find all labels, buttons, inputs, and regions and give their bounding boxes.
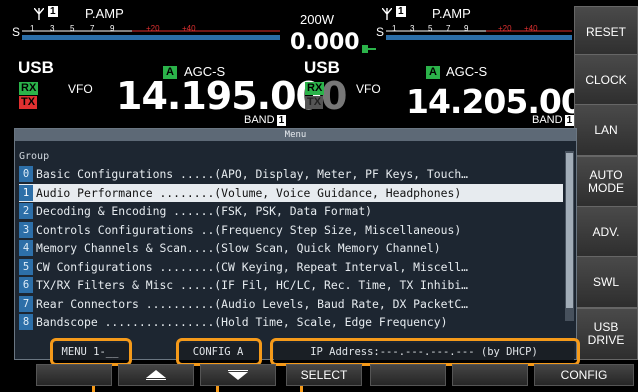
s-meter-label: S bbox=[376, 25, 385, 39]
band-number: 1 bbox=[276, 115, 287, 126]
left-receiver-panel: 1 P.AMP S 1 3 5 7 9 +20 +40 USB A AGC-S … bbox=[0, 0, 347, 126]
config-highlight bbox=[176, 338, 262, 366]
reset-button[interactable]: RESET bbox=[574, 6, 638, 58]
menu-item[interactable]: 2 Decoding & Encoding ......(FSK, PSK, Da… bbox=[19, 202, 563, 221]
usb-drive-button[interactable]: USB DRIVE bbox=[574, 308, 638, 360]
menu-item[interactable]: 1 Audio Performance ........(Volume, Voic… bbox=[19, 183, 563, 202]
tick-plus20: +20 bbox=[146, 24, 160, 33]
soft-key-5[interactable] bbox=[370, 364, 446, 386]
frequency-digits: 14.195.00 bbox=[116, 74, 322, 118]
menu-item[interactable]: 8 Bandscope ................(Hold Time, S… bbox=[19, 313, 563, 332]
tx-indicator: TX bbox=[19, 96, 38, 109]
rx-indicator: RX bbox=[19, 82, 39, 95]
scroll-down-button[interactable] bbox=[200, 364, 276, 386]
tick-plus40: +40 bbox=[524, 24, 538, 33]
band-label: BAND bbox=[244, 114, 275, 126]
menu-item-number: 4 bbox=[19, 240, 33, 257]
vfo-label: VFO bbox=[356, 82, 381, 96]
menu-item[interactable]: 3 Controls Configurations ..(Frequency St… bbox=[19, 221, 563, 240]
s-meter-label: S bbox=[12, 25, 21, 39]
agc-label: AGC-S bbox=[446, 64, 488, 79]
tick-9: 9 bbox=[110, 24, 115, 33]
tick-5: 5 bbox=[428, 24, 433, 33]
antenna-icon bbox=[381, 7, 393, 25]
pamp-label: P.AMP bbox=[432, 6, 471, 21]
menu-item[interactable]: 5 CW Configurations ........(CW Keying, R… bbox=[19, 258, 563, 277]
swl-button[interactable]: SWL bbox=[574, 256, 638, 308]
tick-7: 7 bbox=[446, 24, 451, 33]
band-label: BAND bbox=[532, 114, 563, 126]
menu-item-label: Rear Connectors ..........(Audio Levels,… bbox=[36, 296, 469, 311]
soft-key-6[interactable] bbox=[452, 364, 528, 386]
menu-item[interactable]: 4 Memory Channels & Scan....(Slow Scan, Q… bbox=[19, 239, 563, 258]
tick-plus40: +40 bbox=[182, 24, 196, 33]
tick-7: 7 bbox=[90, 24, 95, 33]
menu-title: Menu bbox=[15, 129, 576, 141]
tick-1: 1 bbox=[30, 24, 35, 33]
tick-3: 3 bbox=[50, 24, 55, 33]
menu-item-label: Basic Configurations .....(APO, Display,… bbox=[36, 167, 469, 182]
band-indicator: BAND 1 bbox=[244, 114, 287, 126]
menu-item-number: 1 bbox=[19, 184, 33, 201]
menu-item-label: Bandscope ................(Hold Time, Sc… bbox=[36, 315, 448, 330]
antenna-number: 1 bbox=[396, 6, 406, 17]
tick-3: 3 bbox=[410, 24, 415, 33]
menu-item-label: Audio Performance ........(Volume, Voice… bbox=[36, 185, 462, 200]
ip-address-highlight bbox=[270, 338, 580, 366]
tx-indicator: TX bbox=[305, 96, 324, 109]
band-number: 1 bbox=[564, 115, 575, 126]
tick-5: 5 bbox=[70, 24, 75, 33]
config-button[interactable]: CONFIG bbox=[534, 364, 634, 386]
pamp-label: P.AMP bbox=[85, 6, 124, 21]
right-receiver-panel: 1 P.AMP S 1 3 5 7 9 +20 +40 USB A AGC-S … bbox=[296, 0, 606, 126]
menu-item[interactable]: 0 Basic Configurations .....(APO, Display… bbox=[19, 165, 563, 184]
mode-label: USB bbox=[304, 58, 340, 77]
menu-number-highlight bbox=[50, 338, 132, 366]
tick-9: 9 bbox=[464, 24, 469, 33]
auto-mode-button[interactable]: AUTO MODE bbox=[574, 156, 638, 208]
menu-list: 0 Basic Configurations .....(APO, Display… bbox=[19, 165, 563, 332]
menu-item-label: CW Configurations ........(CW Keying, Re… bbox=[36, 259, 469, 274]
menu-item-label: Memory Channels & Scan....(Slow Scan, Qu… bbox=[36, 241, 441, 256]
menu-item-number: 6 bbox=[19, 277, 33, 294]
up-arrow-icon bbox=[146, 370, 166, 380]
tick-1: 1 bbox=[392, 24, 397, 33]
vfo-label: VFO bbox=[68, 82, 93, 96]
antenna-icon bbox=[33, 7, 45, 25]
menu-item[interactable]: 7 Rear Connectors ..........(Audio Levels… bbox=[19, 295, 563, 314]
menu-item-number: 2 bbox=[19, 203, 33, 220]
scroll-up-button[interactable] bbox=[118, 364, 194, 386]
menu-item-label: Decoding & Encoding ......(FSK, PSK, Dat… bbox=[36, 204, 373, 219]
lan-button[interactable]: LAN bbox=[574, 104, 638, 156]
vfo-letter-badge: A bbox=[426, 66, 440, 79]
adv-button[interactable]: ADV. bbox=[574, 206, 638, 258]
menu-item-number: 7 bbox=[19, 295, 33, 312]
menu-window: Menu Group 0 Basic Configurations .....(A… bbox=[14, 128, 577, 360]
group-header: Group bbox=[19, 151, 50, 162]
scrollbar-thumb[interactable] bbox=[566, 153, 573, 308]
antenna-number: 1 bbox=[48, 6, 58, 17]
tick-plus20: +20 bbox=[498, 24, 512, 33]
menu-item-number: 0 bbox=[19, 166, 33, 183]
menu-item-number: 3 bbox=[19, 221, 33, 238]
menu-item-label: TX/RX Filters & Misc .....(IF Fil, HC/LC… bbox=[36, 278, 469, 293]
rx-indicator: RX bbox=[305, 82, 325, 95]
soft-key-1[interactable] bbox=[36, 364, 112, 386]
select-button[interactable]: SELECT bbox=[286, 364, 362, 386]
clock-button[interactable]: CLOCK bbox=[574, 54, 638, 106]
menu-item-number: 8 bbox=[19, 314, 33, 331]
menu-item[interactable]: 6 TX/RX Filters & Misc .....(IF Fil, HC/L… bbox=[19, 276, 563, 295]
band-indicator: BAND 1 bbox=[532, 114, 575, 126]
menu-item-number: 5 bbox=[19, 258, 33, 275]
menu-item-label: Controls Configurations ..(Frequency Ste… bbox=[36, 222, 462, 237]
down-arrow-icon bbox=[228, 370, 248, 380]
mode-label: USB bbox=[18, 58, 54, 77]
